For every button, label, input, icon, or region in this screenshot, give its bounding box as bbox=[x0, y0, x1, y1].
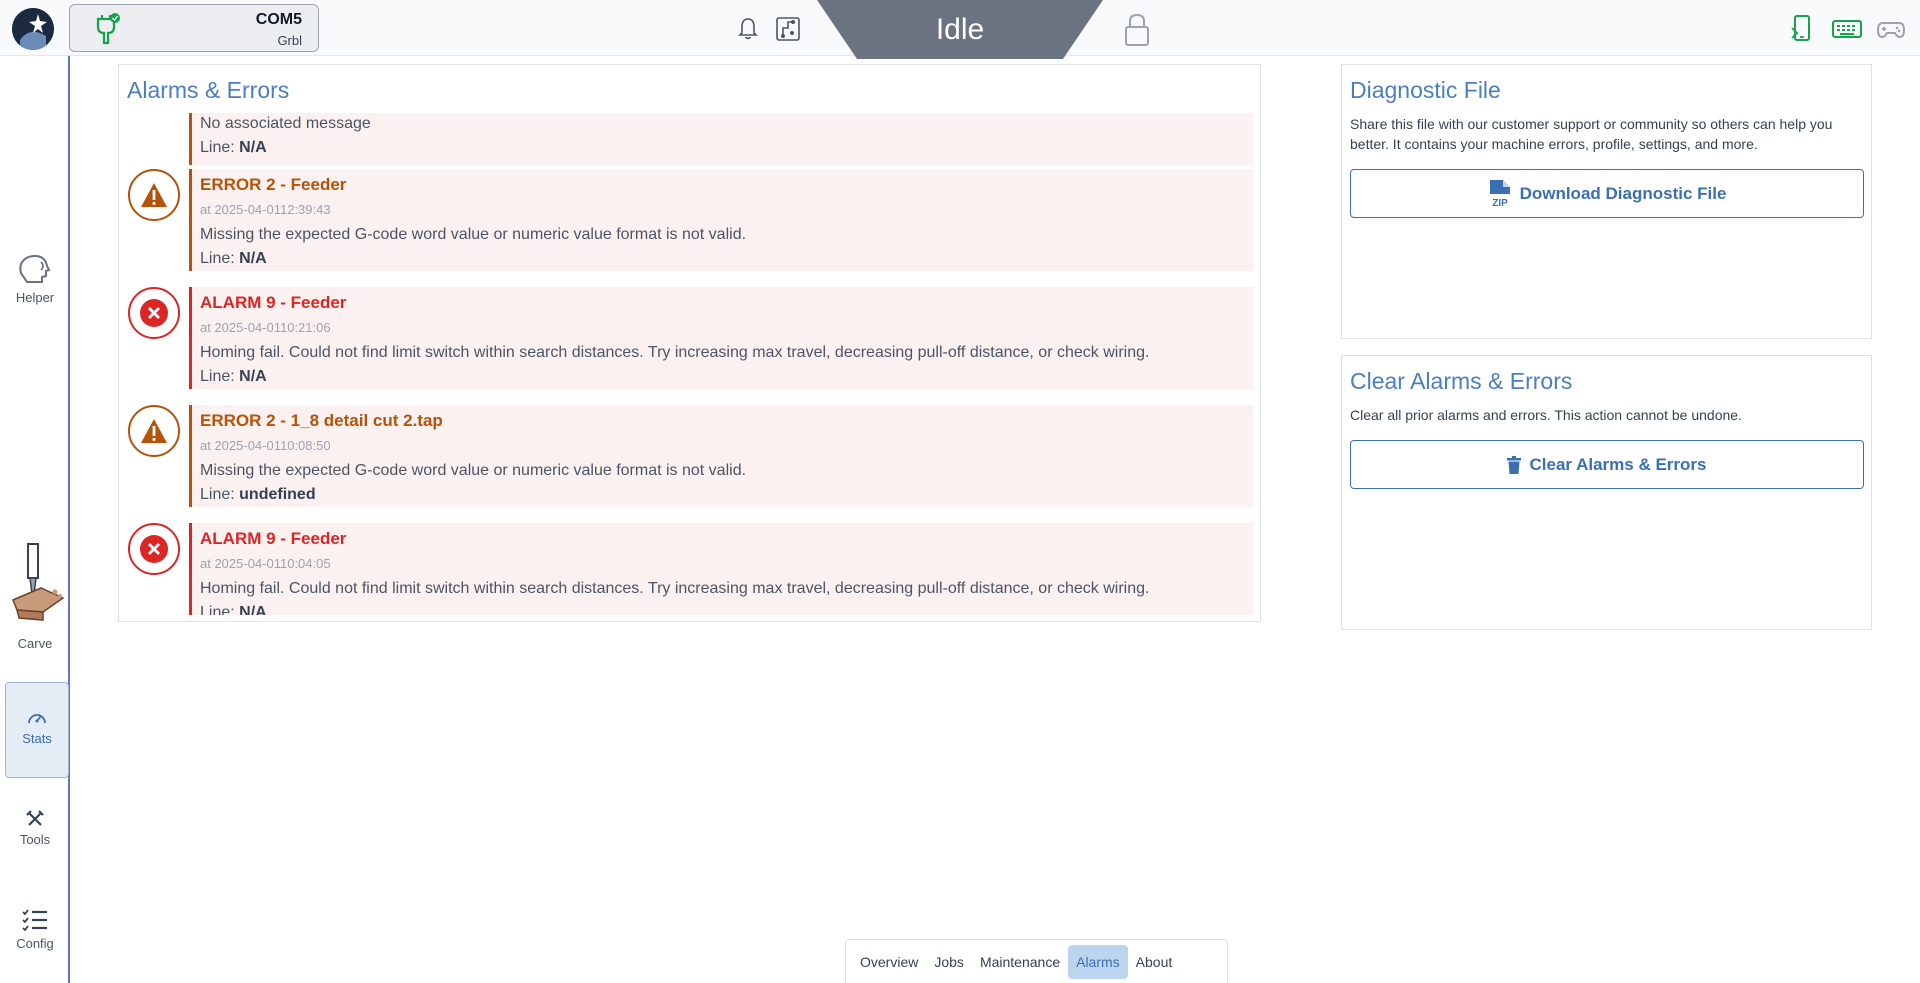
alarm-message: Missing the expected G-code word value o… bbox=[200, 226, 747, 243]
bell-icon[interactable] bbox=[735, 16, 761, 42]
machine-state-banner: Idle bbox=[817, 0, 1103, 59]
warning-icon bbox=[128, 405, 180, 457]
keyboard-icon[interactable] bbox=[1832, 14, 1862, 44]
tab-maintenance[interactable]: Maintenance bbox=[972, 945, 1068, 979]
gamepad-icon[interactable] bbox=[1876, 14, 1906, 44]
clear-alarms-panel-title: Clear Alarms & Errors bbox=[1350, 368, 1573, 394]
diagnostic-panel: Diagnostic File Share this file with our… bbox=[1341, 64, 1872, 339]
unlock-icon[interactable] bbox=[1124, 13, 1150, 47]
macro-icon[interactable] bbox=[775, 16, 801, 42]
sidebar-item-label: Tools bbox=[19, 832, 51, 847]
sidebar-item-carve[interactable]: Carve bbox=[0, 542, 70, 651]
tab-jobs[interactable]: Jobs bbox=[926, 945, 972, 979]
alarm-message: Homing fail. Could not find limit switch… bbox=[200, 344, 1150, 361]
alarm-line: Line: N/A bbox=[200, 368, 267, 385]
alarms-panel: Alarms & Errors No associated message Li… bbox=[118, 64, 1261, 622]
alarm-message: No associated message bbox=[200, 115, 371, 132]
error-icon bbox=[128, 523, 180, 575]
alarm-entry-body: ERROR 2 - 1_8 detail cut 2.tap at 2025-0… bbox=[189, 405, 1253, 507]
svg-text:ZIP: ZIP bbox=[1492, 198, 1508, 209]
gauge-icon bbox=[28, 714, 46, 724]
connection-widget[interactable]: COM5 Grbl bbox=[69, 4, 319, 52]
alarm-line: Line: undefined bbox=[200, 486, 316, 503]
app-logo[interactable] bbox=[12, 8, 54, 50]
tab-alarms[interactable]: Alarms bbox=[1068, 944, 1128, 979]
sidebar-item-stats[interactable]: Stats bbox=[5, 682, 69, 778]
alarm-title: ERROR 2 - Feeder bbox=[200, 175, 347, 194]
checklist-icon bbox=[22, 909, 47, 932]
sidebar: Helper Carve Stats Tools Config bbox=[0, 56, 70, 983]
zip-file-icon: ZIP bbox=[1489, 179, 1510, 209]
alarm-line: Line: N/A bbox=[200, 139, 267, 156]
sidebar-item-label: Config bbox=[16, 936, 54, 951]
alarm-timestamp: at 2025-04-0112:39:43 bbox=[200, 202, 331, 217]
alarm-entry-body: No associated message Line: N/A bbox=[189, 113, 1253, 165]
alarm-title: ERROR 2 - 1_8 detail cut 2.tap bbox=[200, 411, 443, 430]
alarm-entry-body: ALARM 9 - Feeder at 2025-04-0110:21:06 H… bbox=[189, 287, 1253, 389]
alarm-entry: ALARM 9 - Feeder at 2025-04-0110:04:05 H… bbox=[127, 523, 1253, 615]
error-icon bbox=[128, 287, 180, 339]
firmware-name: Grbl bbox=[277, 33, 302, 48]
alarm-entry-body: ALARM 9 - Feeder at 2025-04-0110:04:05 H… bbox=[189, 523, 1253, 615]
sidebar-item-config[interactable]: Config bbox=[0, 908, 70, 951]
alarm-timestamp: at 2025-04-0110:04:05 bbox=[200, 556, 331, 571]
tab-about[interactable]: About bbox=[1128, 945, 1181, 979]
alarm-entry-body: ERROR 2 - Feeder at 2025-04-0112:39:43 M… bbox=[189, 169, 1253, 271]
alarm-entry: ERROR 2 - 1_8 detail cut 2.tap at 2025-0… bbox=[127, 405, 1253, 507]
alarm-timestamp: at 2025-04-0110:21:06 bbox=[200, 320, 331, 335]
sidebar-item-label: Helper bbox=[15, 290, 55, 305]
sidebar-item-tools[interactable]: Tools bbox=[0, 810, 70, 847]
alarms-list[interactable]: No associated message Line: N/A ERROR 2 … bbox=[127, 113, 1253, 615]
usb-connected-icon bbox=[96, 13, 120, 45]
clear-alarms-panel: Clear Alarms & Errors Clear all prior al… bbox=[1341, 355, 1872, 630]
mobile-icon[interactable] bbox=[1791, 14, 1813, 44]
alarm-message: Homing fail. Could not find limit switch… bbox=[200, 580, 1150, 597]
alarm-entry: ERROR 2 - Feeder at 2025-04-0112:39:43 M… bbox=[127, 169, 1253, 271]
alarm-message: Missing the expected G-code word value o… bbox=[200, 462, 747, 479]
port-name: COM5 bbox=[255, 11, 302, 28]
download-diagnostic-label: Download Diagnostic File bbox=[1519, 183, 1727, 203]
machine-state: Idle bbox=[935, 12, 985, 46]
sidebar-item-label: Carve bbox=[17, 636, 53, 651]
carve-icon bbox=[12, 543, 65, 621]
logo-icon bbox=[12, 8, 54, 50]
alarm-title: ALARM 9 - Feeder bbox=[200, 293, 347, 312]
warning-icon bbox=[128, 169, 180, 221]
trash-icon bbox=[1507, 455, 1522, 474]
sidebar-item-label: Stats bbox=[22, 731, 52, 746]
diagnostic-description: Share this file with our customer suppor… bbox=[1350, 116, 1833, 152]
alarm-timestamp: at 2025-04-0110:08:50 bbox=[200, 438, 331, 453]
stats-tabs: Overview Jobs Maintenance Alarms About bbox=[845, 939, 1228, 983]
top-bar: COM5 Grbl Idle bbox=[0, 0, 1920, 59]
helper-icon bbox=[19, 254, 51, 283]
clear-alarms-description: Clear all prior alarms and errors. This … bbox=[1350, 407, 1742, 423]
alarm-entry-partial: No associated message Line: N/A bbox=[127, 113, 1253, 165]
alarm-line: Line: N/A bbox=[200, 250, 267, 267]
clear-alarms-button[interactable]: Clear Alarms & Errors bbox=[1350, 440, 1864, 489]
clear-alarms-label: Clear Alarms & Errors bbox=[1529, 454, 1707, 474]
download-diagnostic-button[interactable]: ZIP Download Diagnostic File bbox=[1350, 169, 1864, 218]
alarms-panel-title: Alarms & Errors bbox=[127, 77, 290, 103]
diagnostic-panel-title: Diagnostic File bbox=[1350, 77, 1501, 103]
alarm-entry: ALARM 9 - Feeder at 2025-04-0110:21:06 H… bbox=[127, 287, 1253, 389]
sidebar-item-helper[interactable]: Helper bbox=[0, 254, 70, 305]
tab-overview[interactable]: Overview bbox=[852, 945, 926, 979]
alarm-line: Line: N/A bbox=[200, 604, 267, 615]
alarm-title: ALARM 9 - Feeder bbox=[200, 529, 347, 548]
tools-icon bbox=[26, 810, 44, 826]
